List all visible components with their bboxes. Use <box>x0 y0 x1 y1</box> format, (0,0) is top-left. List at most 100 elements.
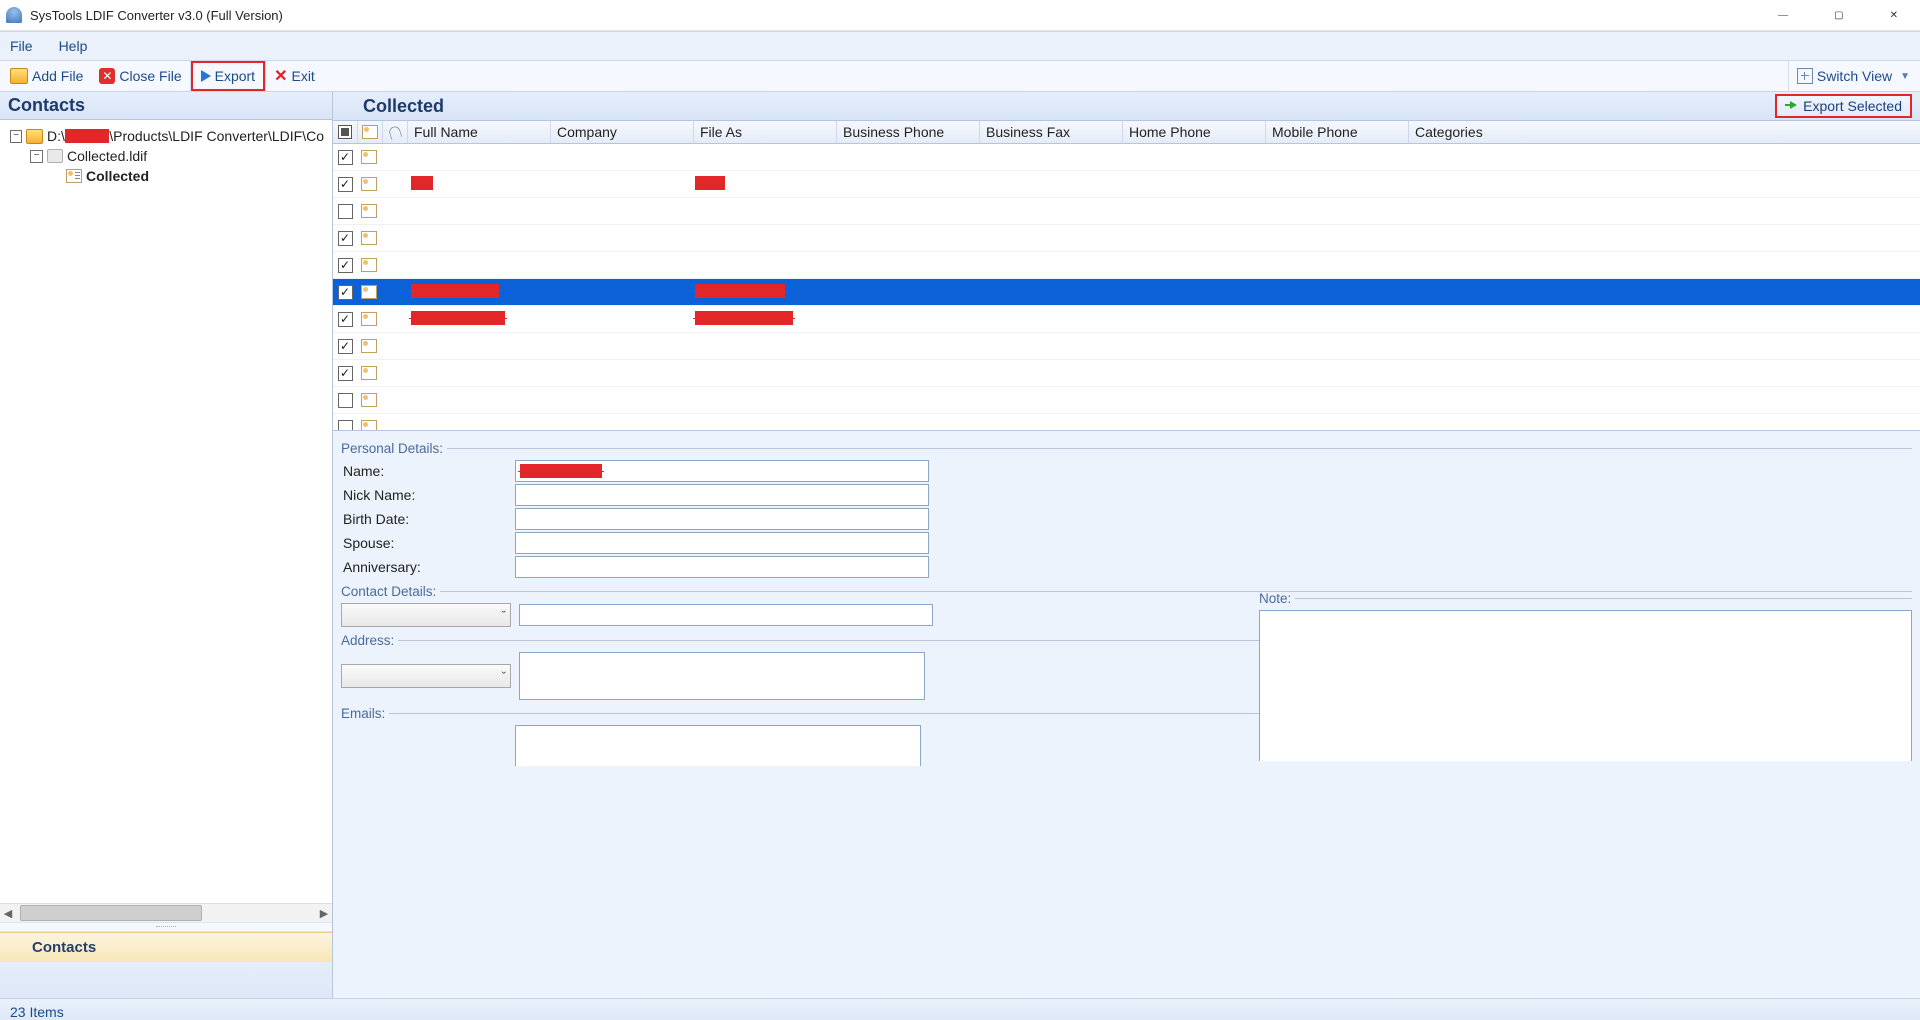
note-group: Note: <box>1259 591 1912 606</box>
row-icon-cell <box>357 285 381 299</box>
table-row[interactable] <box>333 387 1920 414</box>
grid-header: Full Name Company File As Business Phone… <box>333 121 1920 144</box>
anniv-field[interactable] <box>515 556 929 578</box>
grid-col-business-fax[interactable]: Business Fax <box>980 121 1123 143</box>
redacted-block <box>695 311 793 325</box>
row-checkbox[interactable] <box>333 420 357 431</box>
grid-col-full-name[interactable]: Full Name <box>408 121 551 143</box>
row-checkbox[interactable] <box>333 231 357 246</box>
exit-label: Exit <box>291 68 314 84</box>
collapse-icon[interactable]: − <box>30 150 43 163</box>
scroll-right-icon[interactable]: ▶ <box>316 907 332 920</box>
chevron-down-icon: ˇ <box>502 608 506 623</box>
close-button[interactable]: ✕ <box>1882 6 1906 25</box>
folder-tree[interactable]: − D:\ \Products\LDIF Converter\LDIF\Co − … <box>0 120 332 903</box>
row-checkbox[interactable] <box>333 393 357 408</box>
address-type-select[interactable]: ˇ <box>341 664 511 688</box>
row-checkbox[interactable] <box>333 177 357 192</box>
name-field[interactable] <box>515 460 929 482</box>
status-text: 23 Items <box>10 1004 64 1020</box>
table-row[interactable] <box>333 144 1920 171</box>
title-bar: SysTools LDIF Converter v3.0 (Full Versi… <box>0 0 1920 31</box>
tree-file-row[interactable]: − Collected.ldif <box>8 146 324 166</box>
tree-contacts-row[interactable]: Collected <box>8 166 324 186</box>
spouse-label: Spouse: <box>341 535 515 551</box>
left-pane: Contacts − D:\ \Products\LDIF Converter\L… <box>0 92 333 998</box>
contact-value-field[interactable] <box>519 604 933 626</box>
row-checkbox[interactable] <box>333 312 357 327</box>
table-row[interactable] <box>333 252 1920 279</box>
grid-col-file-as[interactable]: File As <box>694 121 837 143</box>
tree-contacts-label: Collected <box>86 168 149 184</box>
spouse-field[interactable] <box>515 532 929 554</box>
redacted-block <box>695 176 725 190</box>
table-row[interactable] <box>333 360 1920 387</box>
contact-card-icon <box>361 150 377 164</box>
grid-col-attachment[interactable] <box>383 121 408 143</box>
maximize-button[interactable]: ▢ <box>1826 6 1851 25</box>
switch-view-button[interactable]: Switch View ▼ <box>1789 61 1918 91</box>
folder-open-icon <box>10 68 28 84</box>
app-logo-icon <box>6 7 22 23</box>
grid-col-home-phone[interactable]: Home Phone <box>1123 121 1266 143</box>
contact-card-icon <box>341 99 357 113</box>
grid-col-business-phone[interactable]: Business Phone <box>837 121 980 143</box>
collapse-icon[interactable]: − <box>10 130 22 143</box>
note-legend: Note: <box>1259 591 1295 606</box>
table-row[interactable] <box>333 333 1920 360</box>
tree-root-prefix: D:\ <box>47 128 65 144</box>
address-field[interactable] <box>519 652 925 700</box>
row-checkbox[interactable] <box>333 285 357 300</box>
menu-help[interactable]: Help <box>59 38 88 54</box>
tree-root-row[interactable]: − D:\ \Products\LDIF Converter\LDIF\Co <box>8 126 324 146</box>
table-row[interactable] <box>333 279 1920 306</box>
emails-field[interactable] <box>515 725 921 766</box>
row-icon-cell <box>357 393 381 407</box>
row-checkbox[interactable] <box>333 150 357 165</box>
red-x-icon: ✕ <box>274 66 287 86</box>
add-file-label: Add File <box>32 68 83 84</box>
contact-type-select[interactable]: ˇ <box>341 603 511 627</box>
nick-field[interactable] <box>515 484 929 506</box>
export-button[interactable]: Export <box>191 61 265 91</box>
add-file-button[interactable]: Add File <box>2 61 91 91</box>
contact-card-icon <box>361 204 377 218</box>
split-grabber[interactable] <box>0 922 332 932</box>
scroll-thumb[interactable] <box>20 905 202 921</box>
tree-h-scrollbar[interactable]: ◀ ▶ <box>0 903 332 922</box>
table-row[interactable] <box>333 225 1920 252</box>
tree-root-suffix: \Products\LDIF Converter\LDIF\Co <box>109 128 324 144</box>
checkbox-icon <box>338 339 353 354</box>
left-footer[interactable]: Contacts <box>0 932 332 962</box>
close-file-button[interactable]: ✕ Close File <box>91 61 189 91</box>
grid-body[interactable] <box>333 144 1920 430</box>
grid-col-icon[interactable] <box>358 121 383 143</box>
table-row[interactable] <box>333 171 1920 198</box>
row-checkbox[interactable] <box>333 366 357 381</box>
row-icon-cell <box>357 420 381 430</box>
row-checkbox[interactable] <box>333 204 357 219</box>
note-field[interactable] <box>1259 610 1912 761</box>
export-selected-button[interactable]: Export Selected <box>1775 94 1912 118</box>
table-row[interactable] <box>333 198 1920 225</box>
close-file-label: Close File <box>119 68 181 84</box>
redacted-block <box>411 176 433 190</box>
exit-button[interactable]: ✕ Exit <box>266 61 323 91</box>
contact-card-icon <box>361 231 377 245</box>
grid-col-mobile-phone[interactable]: Mobile Phone <box>1266 121 1409 143</box>
table-row[interactable] <box>333 306 1920 333</box>
row-checkbox[interactable] <box>333 339 357 354</box>
table-row[interactable] <box>333 414 1920 430</box>
birth-field[interactable] <box>515 508 929 530</box>
scroll-left-icon[interactable]: ◀ <box>0 907 16 920</box>
grid-col-categories[interactable]: Categories <box>1409 121 1920 143</box>
grid-col-company[interactable]: Company <box>551 121 694 143</box>
redacted-block <box>411 284 499 298</box>
details-panel: Personal Details: Name: Nick Name: Birth… <box>333 431 1920 998</box>
minimize-button[interactable]: — <box>1770 6 1796 25</box>
row-file-as <box>689 284 831 301</box>
menu-file[interactable]: File <box>10 38 33 54</box>
grid-select-all[interactable] <box>333 121 358 143</box>
row-icon-cell <box>357 150 381 164</box>
row-checkbox[interactable] <box>333 258 357 273</box>
